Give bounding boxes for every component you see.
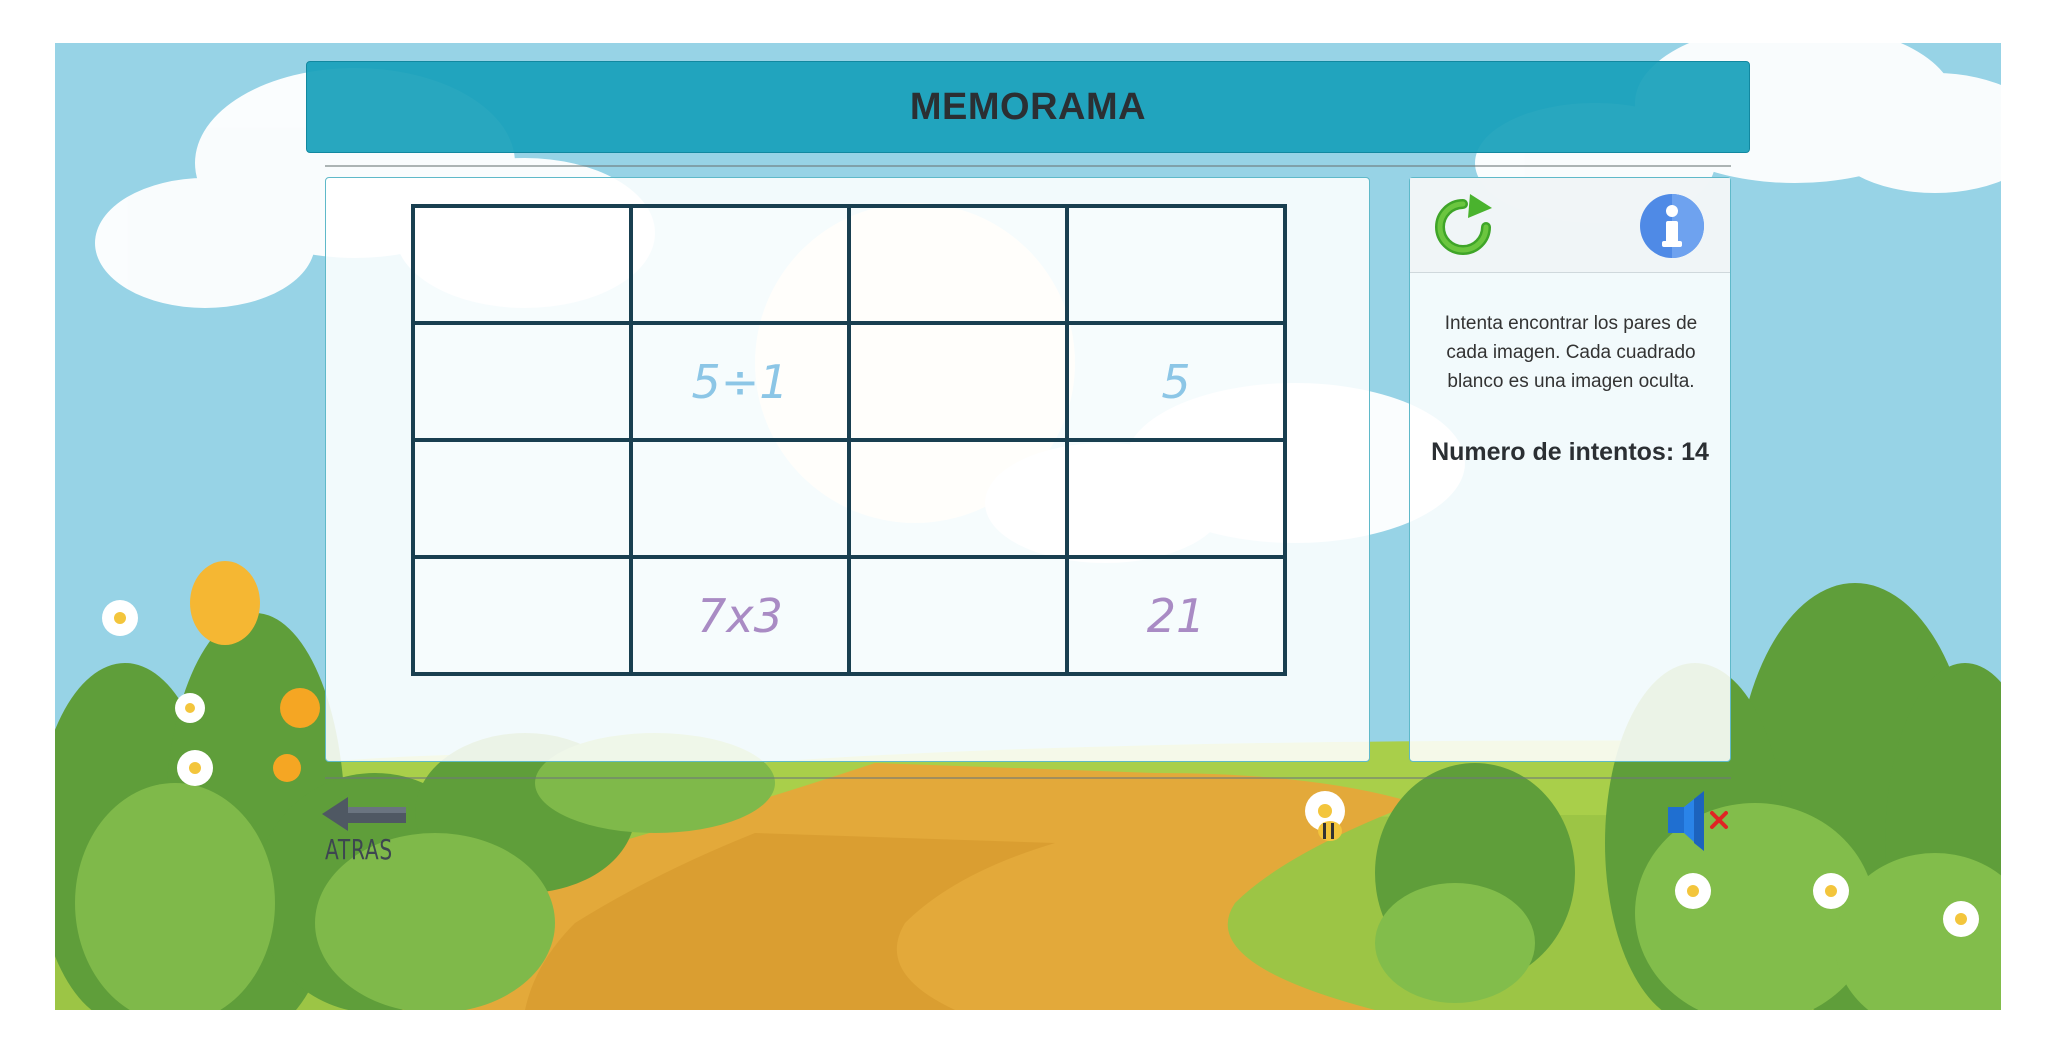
memory-card[interactable]: 7x3 (631, 557, 849, 674)
game-panel: 5÷1 5 7x3 21 (325, 177, 1370, 762)
info-panel: Intenta encontrar los pares de cada imag… (1409, 177, 1731, 762)
instructions-text: Intenta encontrar los pares de cada imag… (1444, 313, 1698, 392)
back-label: ATRAS (325, 833, 394, 866)
memory-board: 5÷1 5 7x3 21 (411, 204, 1287, 676)
memory-card[interactable] (1067, 206, 1285, 323)
memory-card[interactable] (631, 440, 849, 557)
page-title: MEMORAMA (909, 85, 1147, 128)
attempts-counter: Numero de intentos: 14 (1410, 438, 1730, 467)
memory-card[interactable]: 5÷1 (631, 323, 849, 440)
top-divider (325, 165, 1731, 167)
memory-card[interactable] (849, 557, 1067, 674)
memory-card[interactable] (1067, 440, 1285, 557)
back-arrow-icon (322, 797, 406, 831)
refresh-icon (1435, 194, 1492, 255)
memory-card[interactable] (413, 323, 631, 440)
memory-card[interactable]: 5 (1067, 323, 1285, 440)
title-bar: MEMORAMA (306, 61, 1750, 153)
memory-card[interactable] (849, 440, 1067, 557)
sound-muted-icon (1668, 791, 1728, 851)
memory-card[interactable] (413, 557, 631, 674)
attempts-label: Numero de intentos: (1431, 438, 1682, 466)
sound-toggle-button[interactable] (1664, 785, 1736, 857)
memory-card[interactable] (849, 206, 1067, 323)
back-button[interactable]: ATRAS (322, 793, 412, 866)
refresh-button[interactable] (1430, 194, 1496, 260)
info-icon (1640, 194, 1704, 258)
memory-card[interactable] (631, 206, 849, 323)
memory-card[interactable]: 21 (1067, 557, 1285, 674)
info-panel-header (1410, 178, 1730, 273)
memory-card[interactable] (849, 323, 1067, 440)
attempts-value: 14 (1681, 438, 1709, 466)
bottom-divider (325, 777, 1731, 779)
info-button[interactable] (1639, 193, 1705, 259)
memory-card[interactable] (413, 206, 631, 323)
memory-card[interactable] (413, 440, 631, 557)
